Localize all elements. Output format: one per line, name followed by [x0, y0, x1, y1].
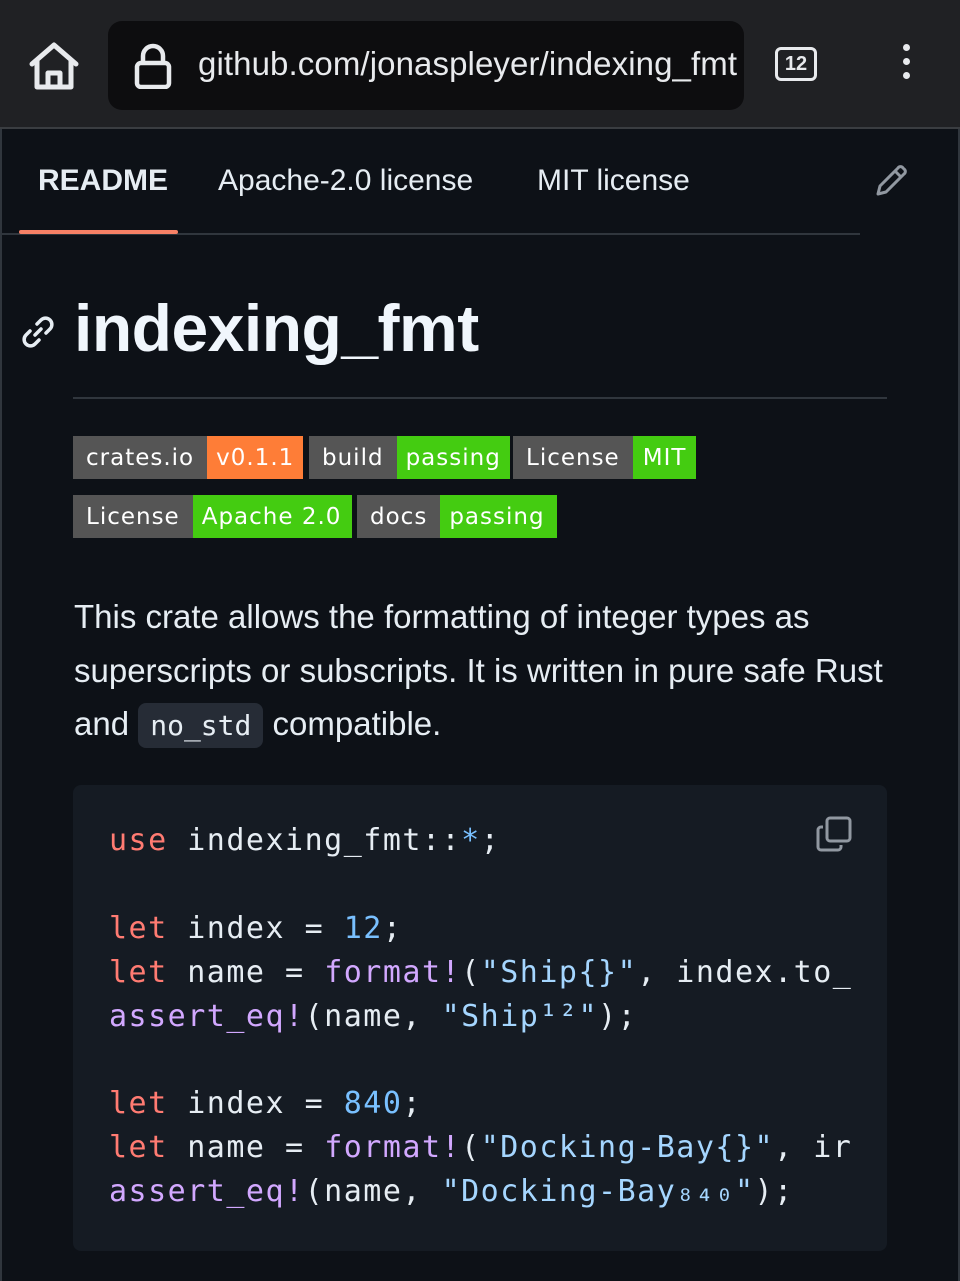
pencil-icon[interactable] [872, 162, 910, 200]
code-line: let name = format!("Docking-Bay{}", ir [109, 1130, 853, 1165]
tab-apache-license[interactable]: Apache-2.0 license [218, 164, 473, 198]
badge-label: build [309, 436, 397, 479]
badge-build[interactable]: build passing [309, 436, 510, 479]
active-tab-indicator [19, 230, 178, 234]
code-line: let index = 840; [109, 1086, 422, 1121]
code-line: use indexing_fmt::*; [109, 823, 501, 858]
badge-value: passing [440, 495, 557, 538]
readme-tabs: README Apache-2.0 license MIT license [0, 129, 960, 235]
copy-icon[interactable] [815, 815, 853, 853]
description-text-end: compatible. [263, 705, 442, 742]
badge-license-mit[interactable]: License MIT [513, 436, 697, 479]
badge-value: passing [396, 436, 510, 479]
badge-label: License [73, 495, 193, 538]
browser-toolbar: github.com/jonaspleyer/indexing_fmt 12 [0, 0, 960, 128]
code-line: assert_eq!(name, "Docking-Bay₈₄₀"); [109, 1174, 794, 1209]
url-text: github.com/jonaspleyer/indexing_fmt [198, 45, 738, 82]
more-vert-icon[interactable] [896, 44, 916, 88]
badge-label: crates.io [73, 436, 208, 479]
badge-label: License [513, 436, 633, 479]
link-icon[interactable] [20, 314, 56, 350]
address-bar[interactable]: github.com/jonaspleyer/indexing_fmt [108, 21, 744, 110]
badge-crates-io[interactable]: crates.io v0.1.1 [73, 436, 304, 479]
home-icon[interactable] [26, 40, 82, 92]
badge-value: v0.1.1 [207, 436, 304, 479]
tab-switcher-button[interactable]: 12 [775, 47, 817, 81]
badge-value: Apache 2.0 [192, 495, 353, 538]
page-title: indexing_fmt [74, 291, 479, 365]
lock-icon[interactable] [134, 43, 172, 89]
badge-docs[interactable]: docs passing [357, 495, 557, 538]
badge-license-apache[interactable]: License Apache 2.0 [73, 495, 353, 538]
inline-code: no_std [138, 703, 264, 748]
code-block: use indexing_fmt::*; let index = 12; let… [73, 785, 887, 1251]
tab-mit-license[interactable]: MIT license [537, 164, 690, 198]
badge-value: MIT [632, 436, 697, 479]
code-line: let index = 12; [109, 911, 403, 946]
code-line: assert_eq!(name, "Ship¹²"); [109, 999, 638, 1034]
description-paragraph: This crate allows the formatting of inte… [74, 590, 894, 753]
tab-readme[interactable]: README [38, 164, 168, 198]
code-line: let name = format!("Ship{}", index.to_ [109, 955, 853, 990]
heading-divider [73, 397, 887, 399]
badge-label: docs [357, 495, 441, 538]
